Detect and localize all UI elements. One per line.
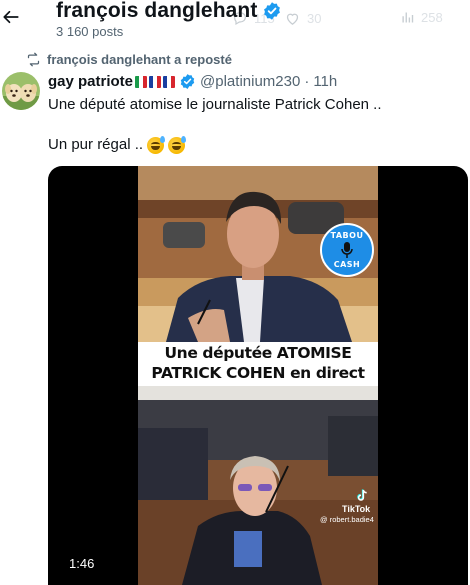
repost-indicator[interactable]: françois danglehant a reposté xyxy=(26,52,232,67)
tweet-video-player[interactable]: Une députée ATOMISE PATRICK COHEN en dir… xyxy=(48,166,468,585)
time-separator: · xyxy=(304,73,310,90)
france-flag-icon xyxy=(163,75,176,88)
profile-title: françois danglehant xyxy=(56,0,282,23)
italy-flag-icon xyxy=(135,75,148,88)
profile-header: 115 30 258 françois danglehant 3 160 pos… xyxy=(0,0,470,44)
author-handle[interactable]: @platinium230 xyxy=(200,73,300,90)
author-name[interactable]: gay patriote xyxy=(48,73,133,90)
video-duration: 1:46 xyxy=(69,556,95,571)
repost-text: françois danglehant a reposté xyxy=(47,52,232,67)
faded-views-count: 258 xyxy=(421,10,443,25)
puppies-avatar-image xyxy=(2,72,40,110)
profile-name: françois danglehant xyxy=(56,0,258,22)
tweet-time[interactable]: 11h xyxy=(313,73,337,90)
badge-top-text: TABOU xyxy=(330,231,364,240)
heart-icon xyxy=(286,13,299,25)
faded-like-count: 30 xyxy=(307,11,322,26)
tiktok-logo-icon xyxy=(357,489,367,501)
france-flag-icon xyxy=(149,75,162,88)
post-count: 3 160 posts xyxy=(56,24,124,39)
video-frame: Une députée ATOMISE PATRICK COHEN en dir… xyxy=(138,166,378,585)
tabou-cash-badge: TABOU CASH xyxy=(320,223,374,277)
tweet-author-row: gay patriote @platinium230 · 11h xyxy=(48,73,337,90)
tiktok-username: @ robert.badie4 xyxy=(320,515,374,524)
faded-views-action: 258 xyxy=(400,10,443,25)
sweat-smile-emoji-icon xyxy=(168,135,187,154)
avatar[interactable] xyxy=(2,72,40,110)
views-icon xyxy=(402,12,414,23)
tweet-text-line1: Une député atomise le journaliste Patric… xyxy=(48,96,382,113)
tweet-text-line2: Un pur régal .. xyxy=(48,136,144,153)
faded-like-action: 30 xyxy=(284,10,321,27)
back-button[interactable] xyxy=(0,6,22,28)
video-caption-line2: PATRICK COHEN en direct xyxy=(151,364,365,382)
sweat-smile-emoji-icon xyxy=(147,135,166,154)
badge-bottom-text: CASH xyxy=(333,260,361,269)
repost-icon xyxy=(27,52,40,67)
tiktok-label: TikTok xyxy=(342,504,371,514)
verified-badge-icon xyxy=(264,2,281,20)
arrow-left-icon xyxy=(3,10,19,24)
flag-emojis xyxy=(135,75,176,88)
verified-badge-icon xyxy=(180,74,195,89)
microphone-icon xyxy=(341,242,353,258)
tweet-text-line2-row: Un pur régal .. xyxy=(48,135,187,155)
video-caption-line1: Une députée ATOMISE xyxy=(164,344,352,362)
